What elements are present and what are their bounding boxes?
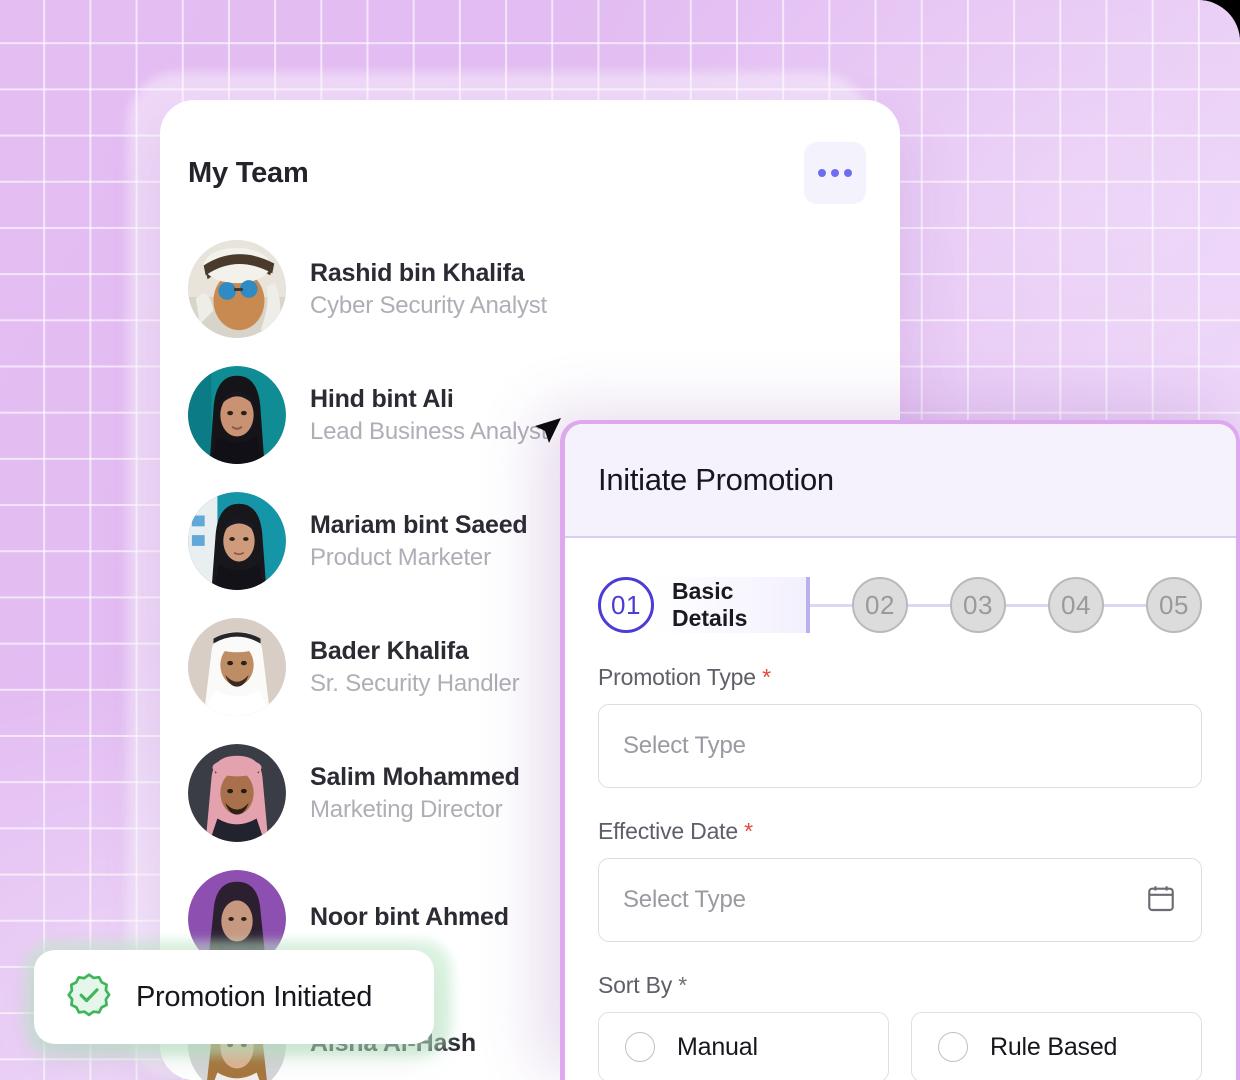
avatar <box>188 366 286 464</box>
radio-icon[interactable] <box>938 1032 968 1062</box>
avatar <box>188 492 286 590</box>
promotion-type-placeholder: Select Type <box>623 732 746 759</box>
wizard-stepper: 01 Basic Details 02 03 04 05 <box>598 576 1202 634</box>
step-02[interactable]: 02 <box>852 577 908 633</box>
required-asterisk: * <box>762 664 771 690</box>
member-text: Salim Mohammed Marketing Director <box>310 763 520 824</box>
team-card-header: My Team <box>160 100 900 204</box>
status-badge: Promotion Initiated <box>34 950 434 1044</box>
effective-date-placeholder: Select Type <box>623 886 746 913</box>
menu-dot <box>844 169 852 177</box>
option-label: Manual <box>677 1032 758 1061</box>
member-name: Hind bint Ali <box>310 384 454 413</box>
member-role: Product Marketer <box>310 543 491 571</box>
toast-message: Promotion Initiated <box>136 980 373 1013</box>
avatar <box>188 618 286 716</box>
step-03[interactable]: 03 <box>950 577 1006 633</box>
sort-by-field: Sort By * Manual Rule Based <box>598 972 1202 1080</box>
member-name: Noor bint Ahmed <box>310 902 509 931</box>
dialog-title: Initiate Promotion <box>598 462 834 497</box>
dialog-header: Initiate Promotion <box>565 424 1236 538</box>
menu-dot <box>831 169 839 177</box>
calendar-icon[interactable] <box>1145 882 1177 919</box>
member-name: Salim Mohammed <box>310 762 520 791</box>
mouse-cursor-icon <box>535 418 561 443</box>
verified-check-icon <box>64 970 114 1025</box>
member-role: Marketing Director <box>310 795 503 823</box>
member-text: Mariam bint Saeed Product Marketer <box>310 511 528 572</box>
more-horizontal-icon[interactable] <box>804 142 866 204</box>
step-connector <box>1104 603 1146 607</box>
effective-date-input[interactable]: Select Type <box>598 858 1202 942</box>
member-role: Sr. Security Handler <box>310 669 520 697</box>
avatar <box>188 744 286 842</box>
member-text: Rashid bin Khalifa Cyber Security Analys… <box>310 259 547 320</box>
list-item[interactable]: Rashid bin Khalifa Cyber Security Analys… <box>160 226 900 352</box>
menu-dot <box>818 169 826 177</box>
avatar <box>188 240 286 338</box>
effective-date-field: Effective Date * Select Type <box>598 818 1202 942</box>
promotion-type-field: Promotion Type * Select Type <box>598 664 1202 788</box>
member-name: Rashid bin Khalifa <box>310 258 525 287</box>
label-text: Promotion Type <box>598 664 756 690</box>
step-connector <box>908 603 950 607</box>
step-01-label: Basic Details <box>650 577 810 633</box>
sort-by-option-rule-based[interactable]: Rule Based <box>911 1012 1202 1080</box>
promotion-type-select[interactable]: Select Type <box>598 704 1202 788</box>
dialog-body: 01 Basic Details 02 03 04 05 Promotion T… <box>565 538 1236 1080</box>
radio-icon[interactable] <box>625 1032 655 1062</box>
member-text: Hind bint Ali Lead Business Analyst <box>310 385 547 446</box>
initiate-promotion-dialog: Initiate Promotion 01 Basic Details 02 0… <box>560 420 1240 1080</box>
effective-date-label: Effective Date * <box>598 818 1202 845</box>
step-04[interactable]: 04 <box>1048 577 1104 633</box>
step-connector <box>1006 603 1048 607</box>
required-asterisk: * <box>678 972 687 998</box>
label-text: Sort By <box>598 972 673 998</box>
step-connector <box>810 603 852 607</box>
member-text: Noor bint Ahmed <box>310 903 509 936</box>
member-role: Lead Business Analyst <box>310 417 548 445</box>
member-text: Bader Khalifa Sr. Security Handler <box>310 636 520 698</box>
screenshot-canvas: My Team Rashid bin Khalifa Cyber Securit… <box>0 0 1240 1080</box>
sort-by-options: Manual Rule Based <box>598 1012 1202 1080</box>
member-name: Bader Khalifa <box>310 636 469 665</box>
step-01[interactable]: 01 <box>598 577 654 633</box>
option-label: Rule Based <box>990 1032 1118 1061</box>
page-title: My Team <box>188 156 309 189</box>
member-role: Cyber Security Analyst <box>310 291 548 319</box>
required-asterisk: * <box>744 818 753 844</box>
step-05[interactable]: 05 <box>1146 577 1202 633</box>
label-text: Effective Date <box>598 818 738 844</box>
sort-by-label: Sort By * <box>598 972 1202 999</box>
member-name: Mariam bint Saeed <box>310 510 528 539</box>
promotion-type-label: Promotion Type * <box>598 664 1202 691</box>
sort-by-option-manual[interactable]: Manual <box>598 1012 889 1080</box>
